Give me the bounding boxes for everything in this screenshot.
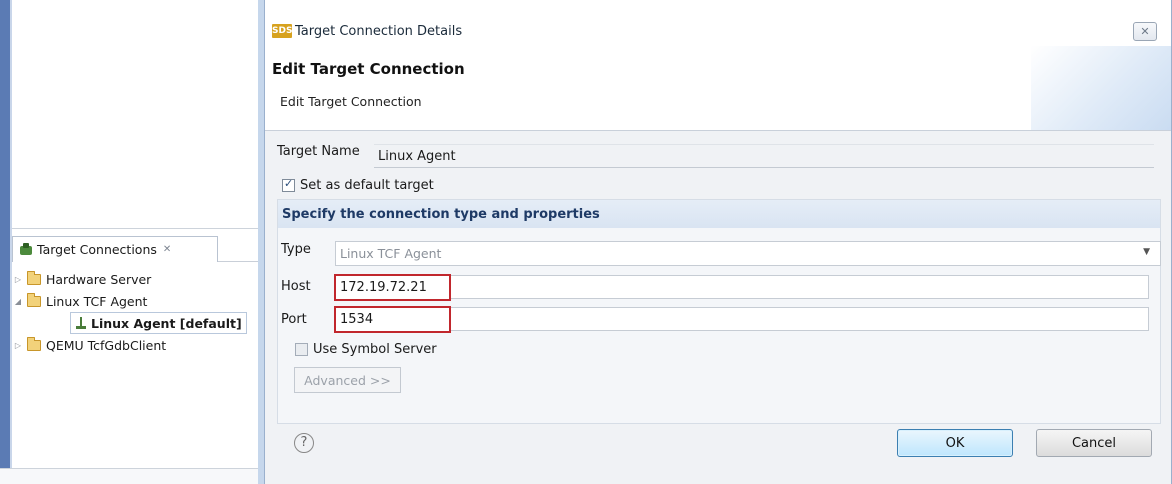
port-label: Port	[281, 312, 307, 327]
symbol-server-label: Use Symbol Server	[313, 342, 437, 357]
port-input[interactable]: 1534	[334, 306, 451, 333]
expand-arrow-icon[interactable]: ▷	[12, 341, 24, 350]
tree-item-label: Linux TCF Agent	[46, 293, 148, 309]
default-target-label: Set as default target	[300, 178, 434, 193]
status-strip	[0, 468, 264, 484]
section-header: Specify the connection type and properti…	[278, 200, 1160, 228]
type-label: Type	[281, 242, 311, 257]
view-tab-bar: Target Connections ✕	[12, 236, 264, 262]
target-name-label: Target Name	[277, 144, 360, 159]
selected-tree-item[interactable]: Linux Agent [default]	[70, 312, 247, 334]
tree-item-linux-tcf-agent[interactable]: ◢ Linux TCF Agent	[12, 290, 264, 312]
port-field-background[interactable]	[334, 307, 1149, 331]
chevron-down-icon[interactable]: ▼	[1143, 247, 1150, 257]
ok-button[interactable]: OK	[897, 429, 1013, 457]
type-row: Type	[281, 242, 311, 257]
tab-target-connections[interactable]: Target Connections ✕	[12, 236, 218, 262]
target-connection-dialog: SDS Target Connection Details ✕ Edit Tar…	[258, 0, 1172, 484]
advanced-button[interactable]: Advanced >>	[294, 367, 401, 393]
type-dropdown[interactable]: Linux TCF Agent ▼	[335, 241, 1161, 266]
dialog-title-bar[interactable]: SDS Target Connection Details ✕	[265, 16, 1171, 46]
default-target-row[interactable]: Set as default target	[282, 177, 434, 193]
banner-title: Edit Target Connection	[272, 60, 465, 78]
agent-icon	[75, 316, 87, 330]
host-input[interactable]: 172.19.72.21	[334, 274, 451, 301]
tree-item-hardware-server[interactable]: ▷ Hardware Server	[12, 268, 264, 290]
target-name-row: Target Name	[277, 144, 360, 159]
folder-icon	[27, 336, 41, 351]
host-label: Host	[281, 279, 311, 294]
symbol-server-checkbox[interactable]	[295, 343, 308, 356]
type-value: Linux TCF Agent	[340, 246, 442, 261]
close-button[interactable]: ✕	[1133, 22, 1157, 41]
target-connections-icon	[19, 242, 33, 257]
tree-item-label: Linux Agent [default]	[91, 315, 242, 331]
port-row: Port	[281, 312, 307, 327]
default-target-checkbox[interactable]	[282, 177, 295, 192]
connections-tree: ▷ Hardware Server ◢ Linux TCF Agent Linu…	[12, 268, 264, 356]
target-connections-view: Target Connections ✕ ▷ Hardware Server ◢…	[12, 236, 264, 468]
window-left-edge	[0, 0, 12, 484]
target-name-field[interactable]: Linux Agent	[374, 144, 1154, 168]
host-field-background[interactable]	[334, 275, 1149, 299]
tree-item-label: QEMU TcfGdbClient	[46, 337, 167, 353]
dialog-title: Target Connection Details	[295, 23, 463, 39]
tree-item-label: Hardware Server	[46, 271, 152, 287]
folder-icon	[27, 270, 41, 285]
expand-arrow-icon[interactable]: ▷	[12, 275, 24, 284]
banner-description: Edit Target Connection	[280, 94, 422, 109]
help-icon[interactable]: ?	[294, 433, 314, 453]
tree-item-qemu-tcfgdbclient[interactable]: ▷ QEMU TcfGdbClient	[12, 334, 264, 356]
tab-label: Target Connections	[37, 242, 157, 257]
cancel-button[interactable]: Cancel	[1036, 429, 1152, 457]
folder-icon	[27, 292, 41, 307]
top-view-pane	[12, 0, 264, 229]
host-row: Host	[281, 279, 311, 294]
app-icon: SDS	[272, 24, 293, 38]
close-icon[interactable]: ✕	[163, 244, 171, 255]
dialog-banner: Edit Target Connection Edit Target Conne…	[265, 46, 1171, 130]
collapse-arrow-icon[interactable]: ◢	[12, 297, 24, 306]
tree-item-linux-agent-default[interactable]: Linux Agent [default]	[12, 312, 264, 334]
symbol-server-row[interactable]: Use Symbol Server	[295, 342, 437, 357]
